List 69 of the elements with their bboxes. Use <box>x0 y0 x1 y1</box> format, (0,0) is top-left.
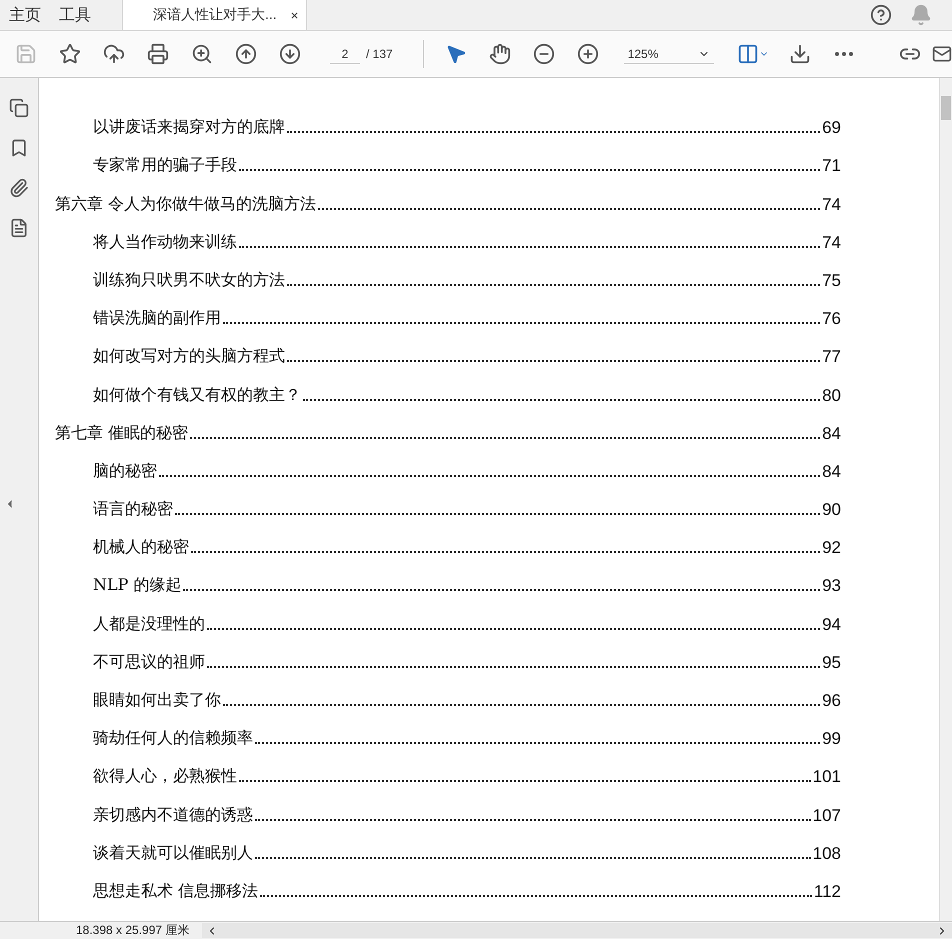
page-number: 108 <box>812 844 841 864</box>
section-title: 亲切感内不道德的诱惑 <box>93 804 253 826</box>
section-title: 语言的秘密 <box>93 499 173 520</box>
nav-tab[interactable]: 工具 <box>50 0 100 30</box>
close-tab-button[interactable]: × <box>290 8 298 22</box>
horizontal-scrollbar[interactable] <box>202 923 952 938</box>
section-title: 思想走私术 信息挪移法 <box>93 880 258 902</box>
page-number: 93 <box>822 576 841 596</box>
attachment-icon[interactable] <box>9 178 29 198</box>
section-title: NLP 的缘起 <box>93 575 182 596</box>
chapter-title: 第七章 催眠的秘密 <box>55 422 188 444</box>
download-icon <box>788 43 811 65</box>
page-number: 94 <box>822 614 841 635</box>
document-tab[interactable]: 深谙人性让对手大... × <box>122 0 308 30</box>
section-title: 脑的秘密 <box>93 460 157 482</box>
printer-icon <box>147 43 169 65</box>
page-number: 90 <box>822 500 841 520</box>
pages-icon[interactable] <box>9 98 29 118</box>
zoom-dropdown[interactable]: 125% <box>624 44 714 64</box>
page-number-field[interactable]: 2 <box>330 44 360 64</box>
page-number: 74 <box>822 232 841 253</box>
section-title: 以讲废话来揭穿对方的底牌 <box>93 117 285 138</box>
section-title: 将人当作动物来训练 <box>93 232 237 253</box>
page-number: 92 <box>822 538 841 558</box>
page-number: 107 <box>812 806 841 826</box>
page-number: 96 <box>822 691 841 711</box>
nav-tab[interactable]: 主页 <box>0 0 50 30</box>
page-number: 84 <box>822 462 841 482</box>
star-icon <box>59 43 81 65</box>
plus-icon <box>576 43 599 65</box>
chapter-title: 第六章 令人为你做牛做马的洗脑方法 <box>55 194 316 215</box>
page-number: 95 <box>822 652 841 673</box>
document-icon[interactable] <box>9 218 29 238</box>
arrow-up-icon <box>235 43 257 65</box>
page-number: 112 <box>814 882 841 902</box>
section-title: 欲得人心，必熟猴性 <box>93 766 237 788</box>
page-total: / 137 <box>366 47 393 61</box>
page-number: 80 <box>822 386 841 406</box>
section-title: 眼睛如何出卖了你 <box>93 690 221 711</box>
section-title: 专家常用的骗子手段 <box>93 155 237 176</box>
magnifier-icon <box>191 43 213 65</box>
page-size-text: 18.398 x 25.997 厘米 <box>76 922 190 939</box>
save-icon <box>15 43 37 65</box>
section-title: 骑劫任何人的信赖频率 <box>93 728 253 750</box>
page-number: 101 <box>812 767 841 788</box>
ellipsis-icon <box>834 52 853 56</box>
section-title: 如何做个有钱又有权的教主？ <box>93 384 301 406</box>
section-title: 如何改写对方的头脑方程式 <box>93 346 285 368</box>
hand-icon <box>488 43 511 65</box>
cloud-upload-icon <box>103 43 125 65</box>
page-number: 75 <box>822 270 841 291</box>
section-title: 训练狗只吠男不吠女的方法 <box>93 270 285 291</box>
section-title: 机械人的秘密 <box>93 537 189 558</box>
arrow-down-icon <box>279 43 301 65</box>
section-title: 人都是没理性的 <box>93 614 205 635</box>
page-number: 76 <box>822 309 841 330</box>
page-number: 84 <box>822 424 841 444</box>
fit-page-icon <box>736 43 759 65</box>
section-title: 谈着天就可以催眠别人 <box>93 842 253 864</box>
vertical-scrollbar[interactable] <box>939 78 952 921</box>
help-icon[interactable] <box>870 4 892 26</box>
section-title: 错误洗脑的副作用 <box>93 308 221 330</box>
minus-icon <box>532 43 555 65</box>
page-number: 77 <box>822 347 841 368</box>
page-number: 69 <box>822 118 841 138</box>
page-number: 71 <box>822 156 841 176</box>
page-number: 74 <box>822 194 841 215</box>
page-number: 99 <box>822 729 841 750</box>
section-title: 不可思议的祖师 <box>93 652 205 673</box>
